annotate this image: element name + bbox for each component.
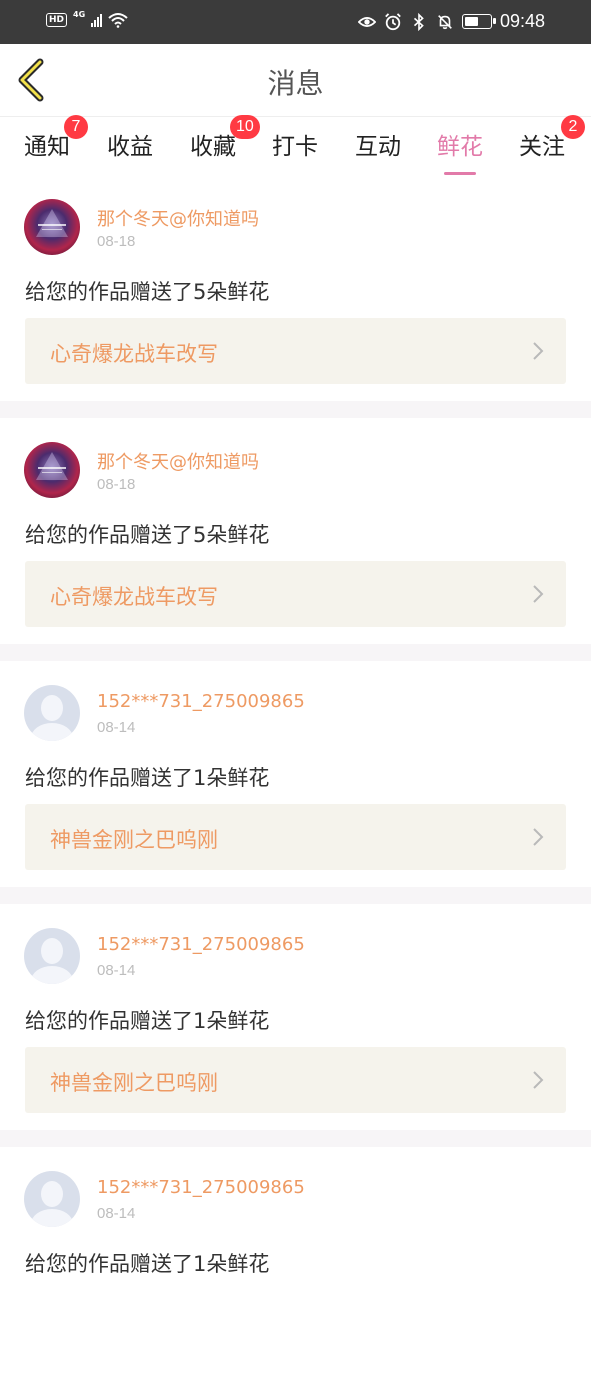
message-date: 08-18 [97, 233, 136, 250]
tab-label: 通知 [24, 134, 70, 160]
list-item: 152***731_275009865 08-14 给您的作品赠送了1朵鲜花 神… [0, 661, 591, 887]
network-type: 4G [73, 9, 86, 19]
work-title: 心奇爆龙战车改写 [50, 342, 218, 366]
list-item: 那个冬天@你知道吗 08-18 给您的作品赠送了5朵鲜花 心奇爆龙战车改写 [0, 175, 591, 401]
sender-name[interactable]: 那个冬天@你知道吗 [97, 448, 259, 474]
tab-label: 关注 [519, 134, 565, 160]
tab-label: 鲜花 [437, 134, 483, 160]
tab-flowers[interactable]: 鲜花 [437, 127, 483, 175]
avatar[interactable] [24, 685, 80, 741]
work-link[interactable]: 心奇爆龙战车改写 [25, 561, 566, 627]
flower-message-list: 那个冬天@你知道吗 08-18 给您的作品赠送了5朵鲜花 心奇爆龙战车改写 那个… [0, 175, 591, 1373]
message-text: 给您的作品赠送了1朵鲜花 [25, 1009, 270, 1033]
list-item: 那个冬天@你知道吗 08-18 给您的作品赠送了5朵鲜花 心奇爆龙战车改写 [0, 418, 591, 644]
chevron-right-icon [533, 342, 544, 360]
alarm-icon [385, 12, 401, 30]
divider [0, 887, 591, 904]
list-item: 152***731_275009865 08-14 给您的作品赠送了1朵鲜花 [0, 1147, 591, 1373]
message-text: 给您的作品赠送了5朵鲜花 [25, 280, 270, 304]
status-time: 09:48 [499, 11, 545, 31]
divider [0, 1130, 591, 1147]
work-title: 心奇爆龙战车改写 [50, 585, 218, 609]
tab-bar: 通知 7 收益 收藏 10 打卡 互动 鲜花 关注 2 [0, 115, 591, 175]
sender-name[interactable]: 152***731_275009865 [97, 1177, 305, 1198]
tab-earnings[interactable]: 收益 [107, 127, 153, 161]
work-title: 神兽金刚之巴呜刚 [50, 828, 218, 852]
battery-icon [461, 14, 496, 29]
bluetooth-icon [413, 12, 424, 31]
status-bar: HD 4G 09:48 [0, 0, 591, 44]
message-date: 08-18 [97, 476, 136, 493]
tab-label: 收藏 [190, 134, 236, 160]
sender-name[interactable]: 152***731_275009865 [97, 691, 305, 712]
chevron-right-icon [533, 585, 544, 603]
tab-label: 打卡 [272, 134, 318, 160]
unread-badge: 2 [561, 115, 585, 139]
chevron-right-icon [533, 828, 544, 846]
avatar[interactable] [24, 199, 80, 255]
hd-indicator: HD [46, 13, 68, 27]
tab-notification[interactable]: 通知 7 [24, 115, 88, 161]
message-text: 给您的作品赠送了1朵鲜花 [25, 1252, 270, 1276]
work-title: 神兽金刚之巴呜刚 [50, 1071, 218, 1095]
title-bar: 消息 [0, 44, 591, 117]
work-link[interactable]: 心奇爆龙战车改写 [25, 318, 566, 384]
page-title: 消息 [267, 67, 324, 100]
chevron-right-icon [533, 1071, 544, 1089]
work-link[interactable]: 神兽金刚之巴呜刚 [25, 804, 566, 870]
tab-label: 收益 [107, 134, 153, 160]
message-date: 08-14 [97, 1205, 136, 1222]
work-link[interactable]: 神兽金刚之巴呜刚 [25, 1047, 566, 1113]
eye-icon [357, 16, 376, 27]
tab-checkin[interactable]: 打卡 [272, 127, 318, 161]
divider [0, 644, 591, 661]
avatar[interactable] [24, 928, 80, 984]
mute-notification-icon [438, 14, 452, 29]
tab-favorites[interactable]: 收藏 10 [190, 115, 260, 161]
wifi-icon [108, 13, 128, 28]
message-text: 给您的作品赠送了5朵鲜花 [25, 523, 270, 547]
tab-label: 互动 [355, 134, 401, 160]
sender-name[interactable]: 152***731_275009865 [97, 934, 305, 955]
avatar[interactable] [24, 442, 80, 498]
message-date: 08-14 [97, 719, 136, 736]
sender-name[interactable]: 那个冬天@你知道吗 [97, 205, 259, 231]
message-date: 08-14 [97, 962, 136, 979]
signal-icon [91, 13, 103, 27]
message-text: 给您的作品赠送了1朵鲜花 [25, 766, 270, 790]
tab-interaction[interactable]: 互动 [355, 127, 401, 161]
tab-follow[interactable]: 关注 2 [519, 115, 585, 161]
unread-badge: 10 [230, 115, 260, 139]
divider [0, 401, 591, 418]
list-item: 152***731_275009865 08-14 给您的作品赠送了1朵鲜花 神… [0, 904, 591, 1130]
avatar[interactable] [24, 1171, 80, 1227]
unread-badge: 7 [64, 115, 88, 139]
